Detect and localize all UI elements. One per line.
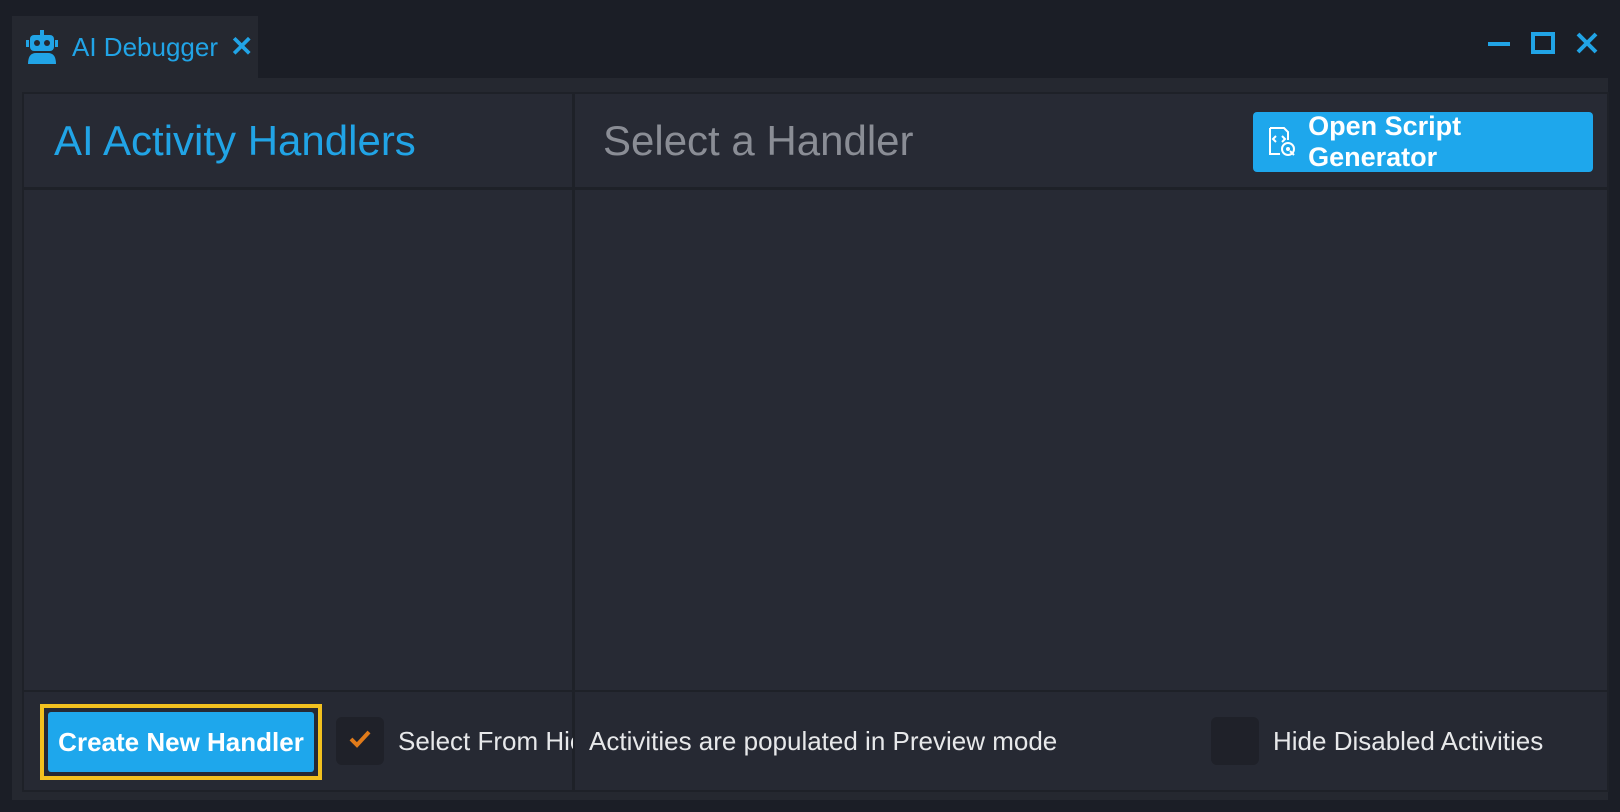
checkmark-icon bbox=[348, 727, 372, 756]
ai-debugger-window: AI Debugger ✕ AI Activity Handlers Creat… bbox=[0, 0, 1620, 812]
create-button-highlight: Create New Handler bbox=[40, 704, 322, 780]
preview-mode-info: Activities are populated in Preview mode bbox=[589, 726, 1058, 756]
hide-disabled-activities-checkbox[interactable] bbox=[1211, 717, 1259, 765]
create-new-handler-button[interactable]: Create New Handler bbox=[48, 712, 314, 772]
tab-ai-debugger[interactable]: AI Debugger ✕ bbox=[12, 16, 258, 78]
handler-details-footer: Activities are populated in Preview mode… bbox=[575, 690, 1607, 790]
handlers-panel: AI Activity Handlers Create New Handler … bbox=[22, 92, 657, 792]
open-script-generator-button[interactable]: Open Script Generator bbox=[1253, 111, 1593, 172]
debugger-content: AI Activity Handlers Create New Handler … bbox=[12, 78, 1609, 800]
robot-icon bbox=[22, 27, 62, 67]
maximize-icon[interactable] bbox=[1530, 30, 1556, 56]
open-script-generator-label: Open Script Generator bbox=[1308, 111, 1462, 172]
handler-details-header: Select a Handler Open Script Generator bbox=[575, 94, 1607, 190]
handler-details-title: Select a Handler bbox=[603, 116, 914, 164]
handlers-title: AI Activity Handlers bbox=[54, 116, 416, 164]
script-code-icon bbox=[1253, 112, 1308, 172]
window-controls bbox=[1486, 30, 1600, 56]
handlers-header: AI Activity Handlers bbox=[24, 94, 572, 190]
tab-title: AI Debugger bbox=[72, 31, 218, 62]
tab-close-icon[interactable]: ✕ bbox=[230, 33, 253, 61]
handler-details-panel: Select a Handler Open Script Generator A… bbox=[573, 92, 1609, 792]
select-from-hierarchy-checkbox[interactable] bbox=[336, 717, 384, 765]
handlers-footer: Create New Handler Select From Hierarchy bbox=[24, 690, 657, 790]
hide-disabled-activities-label: Hide Disabled Activities bbox=[1273, 726, 1544, 756]
minimize-icon[interactable] bbox=[1486, 30, 1512, 56]
close-icon[interactable] bbox=[1574, 30, 1600, 56]
